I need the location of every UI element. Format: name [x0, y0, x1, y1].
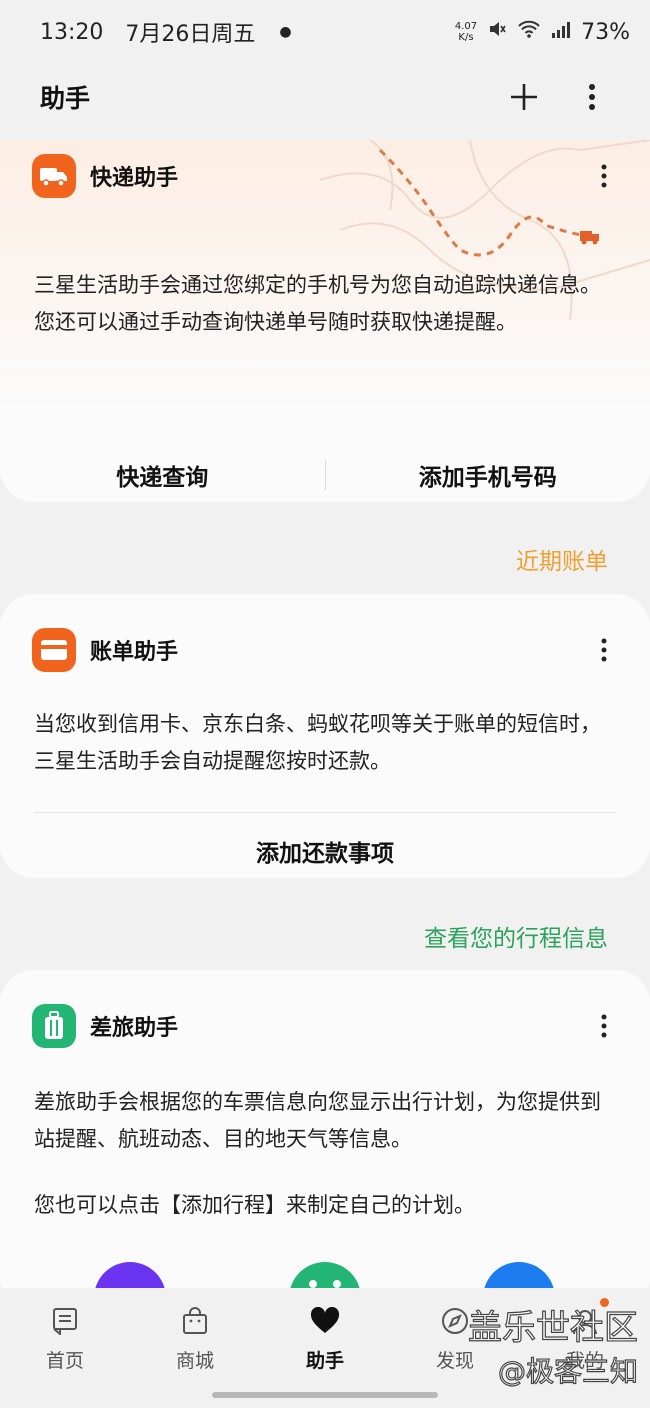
- view-itinerary-link[interactable]: 查看您的行程信息: [424, 919, 608, 953]
- add-icon[interactable]: [506, 79, 542, 115]
- express-truck-icon: [32, 154, 76, 198]
- wifi-icon: [517, 19, 541, 45]
- nav-home[interactable]: 首页: [30, 1304, 100, 1373]
- page-title: 助手: [40, 84, 91, 113]
- watermark-author-text: @极客三知: [497, 1354, 638, 1388]
- nav-home-label: 首页: [45, 1350, 84, 1372]
- express-card-description: 三星生活助手会通过您绑定的手机号为您自动追踪快递信息。您还可以通过手动查询快递单…: [34, 273, 601, 334]
- bill-card-divider: [34, 812, 616, 813]
- travel-card-description-2: 您也可以点击【添加行程】来制定自己的计划。: [34, 1193, 475, 1217]
- travel-card-menu-icon[interactable]: [592, 1008, 616, 1044]
- luggage-icon: [32, 1004, 76, 1048]
- net-speed: 4.07 K/s: [455, 21, 477, 43]
- battery-level: 73%: [581, 19, 630, 45]
- notification-dot-icon: ●: [279, 24, 292, 40]
- express-card-title: 快递助手: [90, 166, 179, 191]
- delivery-truck-icon: [580, 231, 599, 245]
- watermark-logo-text: 盖乐世社区: [467, 1307, 638, 1348]
- nav-shop[interactable]: 商城: [160, 1304, 230, 1373]
- shop-bag-icon: [160, 1304, 230, 1338]
- status-bar: 13:20 7月26日周五 ● 4.07 K/s 73%: [0, 0, 650, 64]
- nav-assistant[interactable]: 助手: [290, 1304, 360, 1373]
- signal-icon: [551, 20, 571, 45]
- home-icon: [30, 1304, 100, 1338]
- add-repayment-button[interactable]: 添加还款事项: [0, 834, 650, 868]
- net-speed-value: 4.07: [454, 21, 478, 32]
- express-card-menu-icon[interactable]: [592, 158, 616, 194]
- bill-card-title: 账单助手: [90, 640, 179, 665]
- nav-shop-label: 商城: [175, 1350, 214, 1372]
- bill-card-menu-icon[interactable]: [592, 632, 616, 668]
- home-indicator[interactable]: [212, 1392, 438, 1398]
- nav-discover-label: 发现: [435, 1350, 474, 1372]
- nav-assistant-label: 助手: [305, 1350, 344, 1372]
- add-phone-button[interactable]: 添加手机号码: [326, 458, 650, 492]
- travel-card-title: 差旅助手: [90, 1016, 179, 1041]
- bill-card-icon: [32, 628, 76, 672]
- travel-assistant-card: 差旅助手 差旅助手会根据您的车票信息向您显示出行计划，为您提供到站提醒、航班动态…: [0, 970, 650, 1310]
- heart-icon: [290, 1304, 360, 1338]
- bill-assistant-card: 账单助手 当您收到信用卡、京东白条、蚂蚁花呗等关于账单的短信时，三星生活助手会自…: [0, 594, 650, 878]
- travel-card-description: 差旅助手会根据您的车票信息向您显示出行计划，为您提供到站提醒、航班动态、目的地天…: [34, 1090, 601, 1151]
- express-assistant-card: 快递助手 三星生活助手会通过您绑定的手机号为您自动追踪快递信息。您还可以通过手动…: [0, 140, 650, 502]
- app-bar: 助手: [0, 64, 650, 130]
- status-time: 13:20: [40, 19, 104, 45]
- bill-card-description: 当您收到信用卡、京东白条、蚂蚁花呗等关于账单的短信时，三星生活助手会自动提醒您按…: [34, 712, 601, 773]
- express-query-button[interactable]: 快递查询: [0, 458, 325, 492]
- mute-icon: [487, 19, 507, 45]
- net-speed-unit: K/s: [458, 32, 474, 43]
- more-options-icon[interactable]: [574, 79, 610, 115]
- status-date: 7月26日周五: [125, 22, 256, 47]
- recent-bills-link[interactable]: 近期账单: [516, 542, 608, 576]
